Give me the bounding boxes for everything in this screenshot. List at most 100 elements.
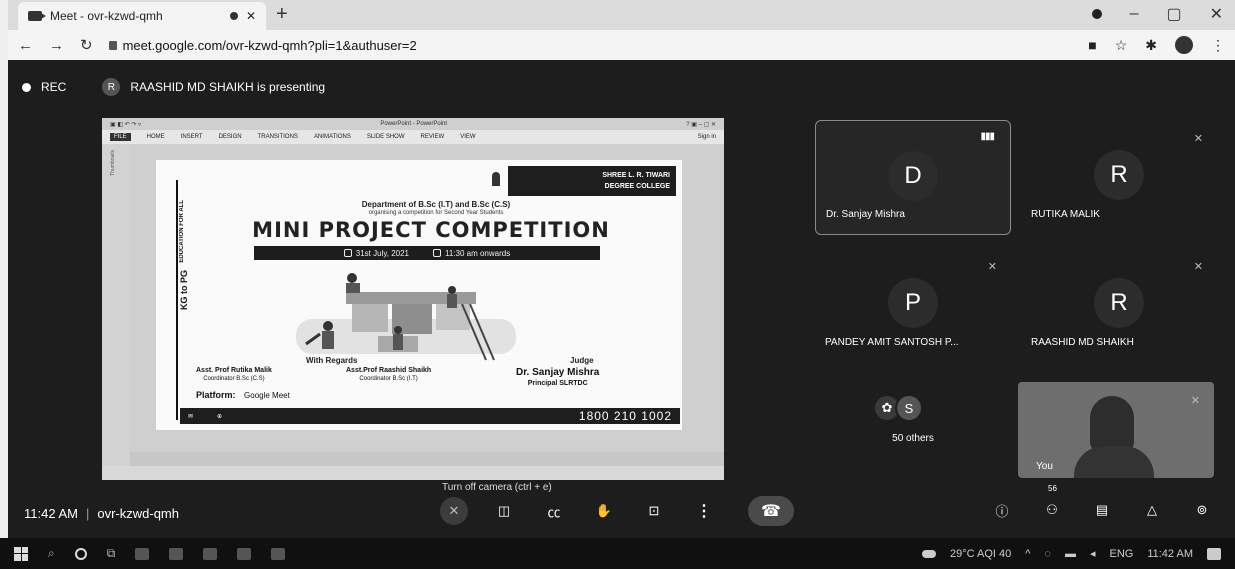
presenter-avatar: R — [102, 78, 121, 96]
slide-regards: With Regards — [306, 356, 358, 365]
taskbar: ⌕ ⧉ 29°C AQI 40 ^ ◌ ▬ ◂ ENG 11:42 AM — [0, 538, 1235, 569]
shared-screen[interactable]: ▣ ◧ ↶ ↷ ▿ PowerPoint - PowerPoint ? ▣ – … — [102, 118, 724, 480]
weather-text[interactable]: 29°C AQI 40 — [950, 548, 1011, 560]
participant-tile[interactable]: ✕ R RUTIKA MALIK — [1021, 120, 1217, 234]
ppt-tab-file: FILE — [110, 133, 131, 141]
back-button[interactable]: ← — [18, 37, 33, 54]
participant-avatar: R — [1094, 278, 1144, 328]
slide-side-bar: EDUCATION FOR ALL KG to PG — [176, 180, 189, 420]
tray-chevron-icon[interactable]: ^ — [1025, 548, 1030, 560]
close-tab-icon[interactable]: ✕ — [246, 9, 256, 23]
recording-indicator-icon — [229, 12, 238, 20]
camera-indicator-icon[interactable]: ■ — [1088, 37, 1096, 53]
slide-title: MINI PROJECT COMPETITION — [252, 218, 610, 242]
taskbar-app-icon[interactable] — [203, 547, 218, 560]
footer-email-icon: ✉ — [188, 413, 194, 420]
ppt-tab-home: HOME — [146, 134, 165, 140]
self-video-tile[interactable]: ✕ You — [1018, 382, 1214, 478]
clock[interactable]: 11:42 AM — [1147, 548, 1193, 560]
chat-button[interactable]: ▤ — [1088, 496, 1116, 524]
reload-button[interactable]: ↻ — [80, 36, 93, 54]
extensions-icon[interactable]: ✱ — [1145, 37, 1157, 54]
slide-side-text: EDUCATION FOR ALL — [179, 200, 185, 263]
toolbar-right: ■ ☆ ✱ ⋮ — [1088, 36, 1225, 54]
forward-button[interactable]: → — [49, 37, 64, 54]
college-name-line1: SHREE L. R. TIWARI — [602, 172, 670, 179]
present-button[interactable]: ⊡ — [640, 497, 668, 525]
minimize-button[interactable]: – — [1130, 5, 1139, 23]
participant-name: PANDEY AMIT SANTOSH P... — [825, 337, 959, 348]
slide-department: Department of B.Sc (I.T) and B.Sc (C.S) — [361, 200, 511, 209]
participant-tile[interactable]: ✕ R RAASHID MD SHAIKH — [1021, 248, 1217, 362]
self-video-body — [1074, 446, 1154, 478]
ppt-title-bar: ▣ ◧ ↶ ↷ ▿ PowerPoint - PowerPoint ? ▣ – … — [102, 118, 724, 130]
ppt-tab-review: REVIEW — [420, 134, 445, 140]
windows-start-icon[interactable] — [14, 546, 28, 561]
slide-time: 11:30 am onwards — [444, 248, 511, 258]
mic-off-icon: ✕ — [1190, 395, 1200, 407]
judge-name: Dr. Sanjay Mishra — [516, 367, 600, 378]
end-call-button[interactable]: ☎ — [748, 496, 794, 526]
others-count: 50 others — [892, 433, 934, 444]
search-icon[interactable]: ⌕ — [48, 546, 55, 561]
ppt-status-bar — [130, 452, 724, 466]
participant-tile[interactable]: ✕ P PANDEY AMIT SANTOSH P... — [815, 248, 1011, 362]
new-tab-button[interactable]: + — [276, 4, 288, 24]
task-view-icon[interactable]: ⧉ — [107, 546, 116, 561]
people-button[interactable]: 56 ⚇ — [1038, 484, 1066, 524]
ppt-sign-in: Sign in — [697, 134, 716, 140]
judge-role: Principal SLRTDC — [527, 380, 588, 387]
more-options-button[interactable]: ⋮ — [690, 497, 718, 525]
mic-toggle-button[interactable]: ✕ — [440, 497, 468, 525]
college-logo: SHREE L. R. TIWARI DEGREE COLLEGE — [492, 166, 676, 196]
raise-hand-button[interactable]: ✋ — [590, 497, 618, 525]
participant-name: RUTIKA MALIK — [1031, 209, 1100, 220]
slide-judge-label: Judge — [570, 356, 594, 365]
presenter-text: RAASHID MD SHAIKH is presenting — [130, 80, 326, 94]
platform-value: Google Meet — [244, 391, 290, 400]
record-icon[interactable] — [1091, 9, 1102, 19]
others-tile[interactable]: ✿ S 50 others — [815, 382, 1011, 472]
coordinator-2-role: Coordinator B.Sc (I.T) — [359, 376, 418, 382]
participant-name: RAASHID MD SHAIKH — [1031, 337, 1134, 348]
cortana-icon[interactable] — [74, 547, 87, 560]
call-controls: ✕ ◫ ㏄ ✋ ⊡ ⋮ ☎ — [440, 496, 794, 526]
slide-organising: organising a competition for Second Year… — [368, 210, 504, 216]
notifications-icon[interactable] — [1207, 547, 1221, 560]
slide-side-kg: KG to PG — [179, 270, 189, 310]
browser-tab[interactable]: Meet - ovr-kzwd-qmh ✕ — [18, 2, 266, 30]
tab-strip: Meet - ovr-kzwd-qmh ✕ + – ▢ ✕ — [8, 0, 1235, 30]
taskbar-app-icon[interactable] — [237, 547, 252, 560]
meeting-code: ovr-kzwd-qmh — [97, 506, 179, 521]
taskbar-app-icon[interactable] — [169, 547, 184, 560]
activities-button[interactable]: △ — [1138, 496, 1166, 524]
host-controls-button[interactable]: ⊚ — [1188, 496, 1216, 524]
meet-area: REC R RAASHID MD SHAIKH is presenting ▣ … — [8, 60, 1235, 538]
rec-label: REC — [41, 80, 67, 94]
meeting-time: 11:42 AM — [24, 506, 78, 521]
language[interactable]: ENG — [1109, 548, 1133, 560]
participant-tile[interactable]: ▮▮▮ D Dr. Sanjay Mishra — [815, 120, 1011, 235]
address-bar: ← → ↻ meet.google.com/ovr-kzwd-qmh?pli=1… — [8, 30, 1235, 60]
battery-icon[interactable]: ▬ — [1065, 548, 1076, 560]
profile-avatar[interactable] — [1175, 36, 1193, 54]
coordinator-1-role: Coordinator B.Sc (C.S) — [203, 376, 265, 382]
taskbar-app-icon[interactable] — [135, 547, 150, 560]
bookmark-star-icon[interactable]: ☆ — [1115, 37, 1128, 54]
participant-count-badge: 56 — [1048, 484, 1057, 493]
close-window-button[interactable]: ✕ — [1210, 4, 1223, 24]
slide-platform: Platform: Google Meet — [196, 390, 290, 400]
captions-button[interactable]: ㏄ — [540, 497, 568, 525]
camera-toggle-button[interactable]: ◫ — [490, 497, 518, 525]
participant-avatar: R — [1094, 150, 1144, 200]
clock-icon — [432, 249, 441, 258]
browser-menu-icon[interactable]: ⋮ — [1211, 37, 1225, 54]
volume-icon[interactable]: ◂ — [1090, 547, 1096, 560]
meeting-info-button[interactable]: ⓘ — [988, 496, 1016, 524]
rec-dot-icon — [22, 82, 31, 92]
taskbar-app-icon[interactable] — [271, 547, 286, 560]
url-field[interactable]: meet.google.com/ovr-kzwd-qmh?pli=1&authu… — [108, 38, 417, 53]
maximize-button[interactable]: ▢ — [1166, 4, 1181, 24]
meet-favicon-icon — [28, 11, 46, 21]
network-icon[interactable]: ◌ — [1044, 548, 1051, 560]
